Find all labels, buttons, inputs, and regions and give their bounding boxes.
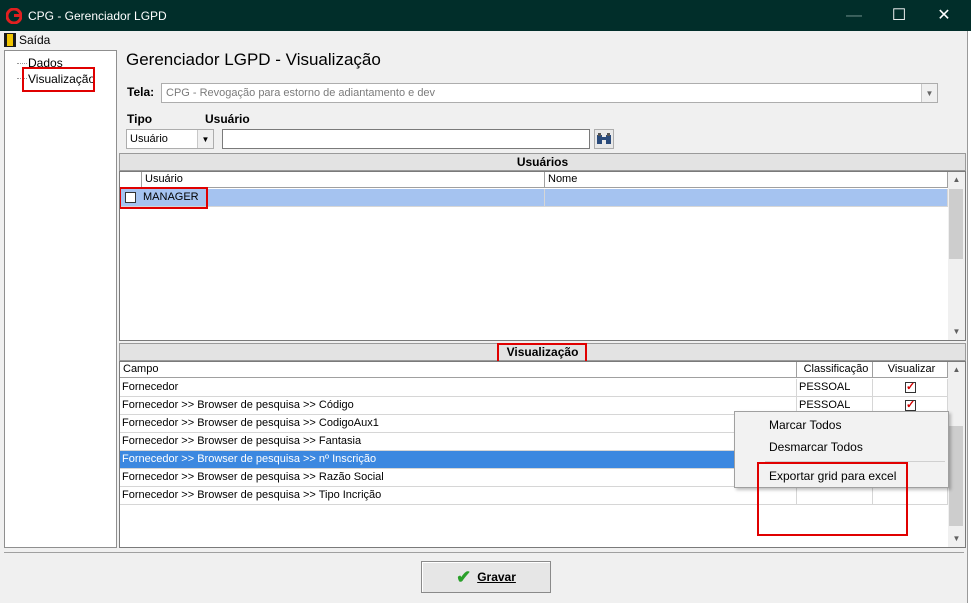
user-cell-nome [545,189,948,207]
window-title: CPG - Gerenciador LGPD [28,9,167,23]
visualizar-checkbox[interactable] [905,397,916,414]
menu-exit[interactable]: Saída [4,32,50,48]
cell-campo: Fornecedor >> Browser de pesquisa >> Fan… [120,433,797,451]
exit-door-icon [4,33,16,47]
binoculars-icon [597,133,611,144]
save-button-label: Gravar [477,570,516,584]
cell-campo: Fornecedor >> Browser de pesquisa >> nº … [120,451,797,469]
users-scrollbar[interactable]: ▲ ▼ [948,172,965,340]
scroll-up-icon[interactable]: ▲ [948,172,965,188]
navigation-tree: Dados Visualização [4,50,117,548]
footer-bar: ✔ Gravar [4,552,964,602]
tree-connector [17,63,27,64]
users-grid: Usuário Nome MANAGER ▲ ▼ [119,171,966,341]
cell-classificacao: PESSOAL [797,379,873,397]
cell-campo: Fornecedor >> Browser de pesquisa >> Cód… [120,397,797,415]
highlight-box [120,187,208,209]
search-button[interactable] [594,129,614,149]
chevron-down-icon[interactable]: ▼ [197,130,213,148]
view-header-campo[interactable]: Campo [120,362,797,378]
scroll-down-icon[interactable]: ▼ [948,531,965,547]
view-header-classificacao[interactable]: Classificação [797,362,873,378]
background-window-edge [967,31,971,603]
users-panel-title: Usuários [119,153,966,171]
visualizar-checkbox[interactable] [905,379,916,396]
cell-campo: Fornecedor [120,379,797,397]
menu-bar: Saída [0,31,967,49]
maximize-button[interactable]: ☐ [876,0,922,31]
user-input[interactable] [222,129,590,149]
screen-select[interactable]: CPG - Revogação para estorno de adiantam… [161,83,938,103]
users-header-spacer [120,172,142,188]
cell-visualizar [873,379,948,397]
highlight-box [757,462,908,536]
checkmark-icon: ✔ [456,567,472,587]
scroll-up-icon[interactable]: ▲ [948,362,965,378]
users-header-usuario[interactable]: Usuário [142,172,545,188]
screen-label: Tela: [127,85,155,99]
users-header-nome[interactable]: Nome [545,172,948,188]
title-bar: CPG - Gerenciador LGPD — ☐ ✕ [0,0,971,31]
screen-select-value: CPG - Revogação para estorno de adiantam… [166,87,436,99]
scroll-thumb[interactable] [949,189,963,259]
highlight-box [497,343,587,363]
type-select-value: Usuário [130,133,168,145]
user-label: Usuário [205,112,250,126]
cell-campo: Fornecedor >> Browser de pesquisa >> Raz… [120,469,797,487]
app-logo-icon [6,8,22,24]
menu-item-deselect-all[interactable]: Desmarcar Todos [769,440,863,454]
highlight-box [22,67,95,92]
table-row[interactable]: Fornecedor PESSOAL [120,379,948,397]
cell-campo: Fornecedor >> Browser de pesquisa >> Cod… [120,415,797,433]
view-scrollbar[interactable]: ▲ ▼ [948,362,965,547]
page-title: Gerenciador LGPD - Visualização [126,50,381,69]
table-row[interactable]: MANAGER [120,189,948,207]
cell-campo: Fornecedor >> Browser de pesquisa >> Tip… [120,487,797,505]
minimize-button[interactable]: — [831,0,877,31]
scroll-down-icon[interactable]: ▼ [948,324,965,340]
view-header-visualizar[interactable]: Visualizar [873,362,948,378]
scroll-thumb[interactable] [949,426,963,526]
save-button[interactable]: ✔ Gravar [421,561,551,593]
menu-exit-label: Saída [19,33,51,47]
type-select[interactable]: Usuário ▼ [126,129,214,149]
type-label: Tipo [127,112,153,126]
menu-item-select-all[interactable]: Marcar Todos [769,418,841,432]
chevron-down-icon[interactable]: ▼ [921,84,937,102]
close-button[interactable]: ✕ [921,0,967,31]
